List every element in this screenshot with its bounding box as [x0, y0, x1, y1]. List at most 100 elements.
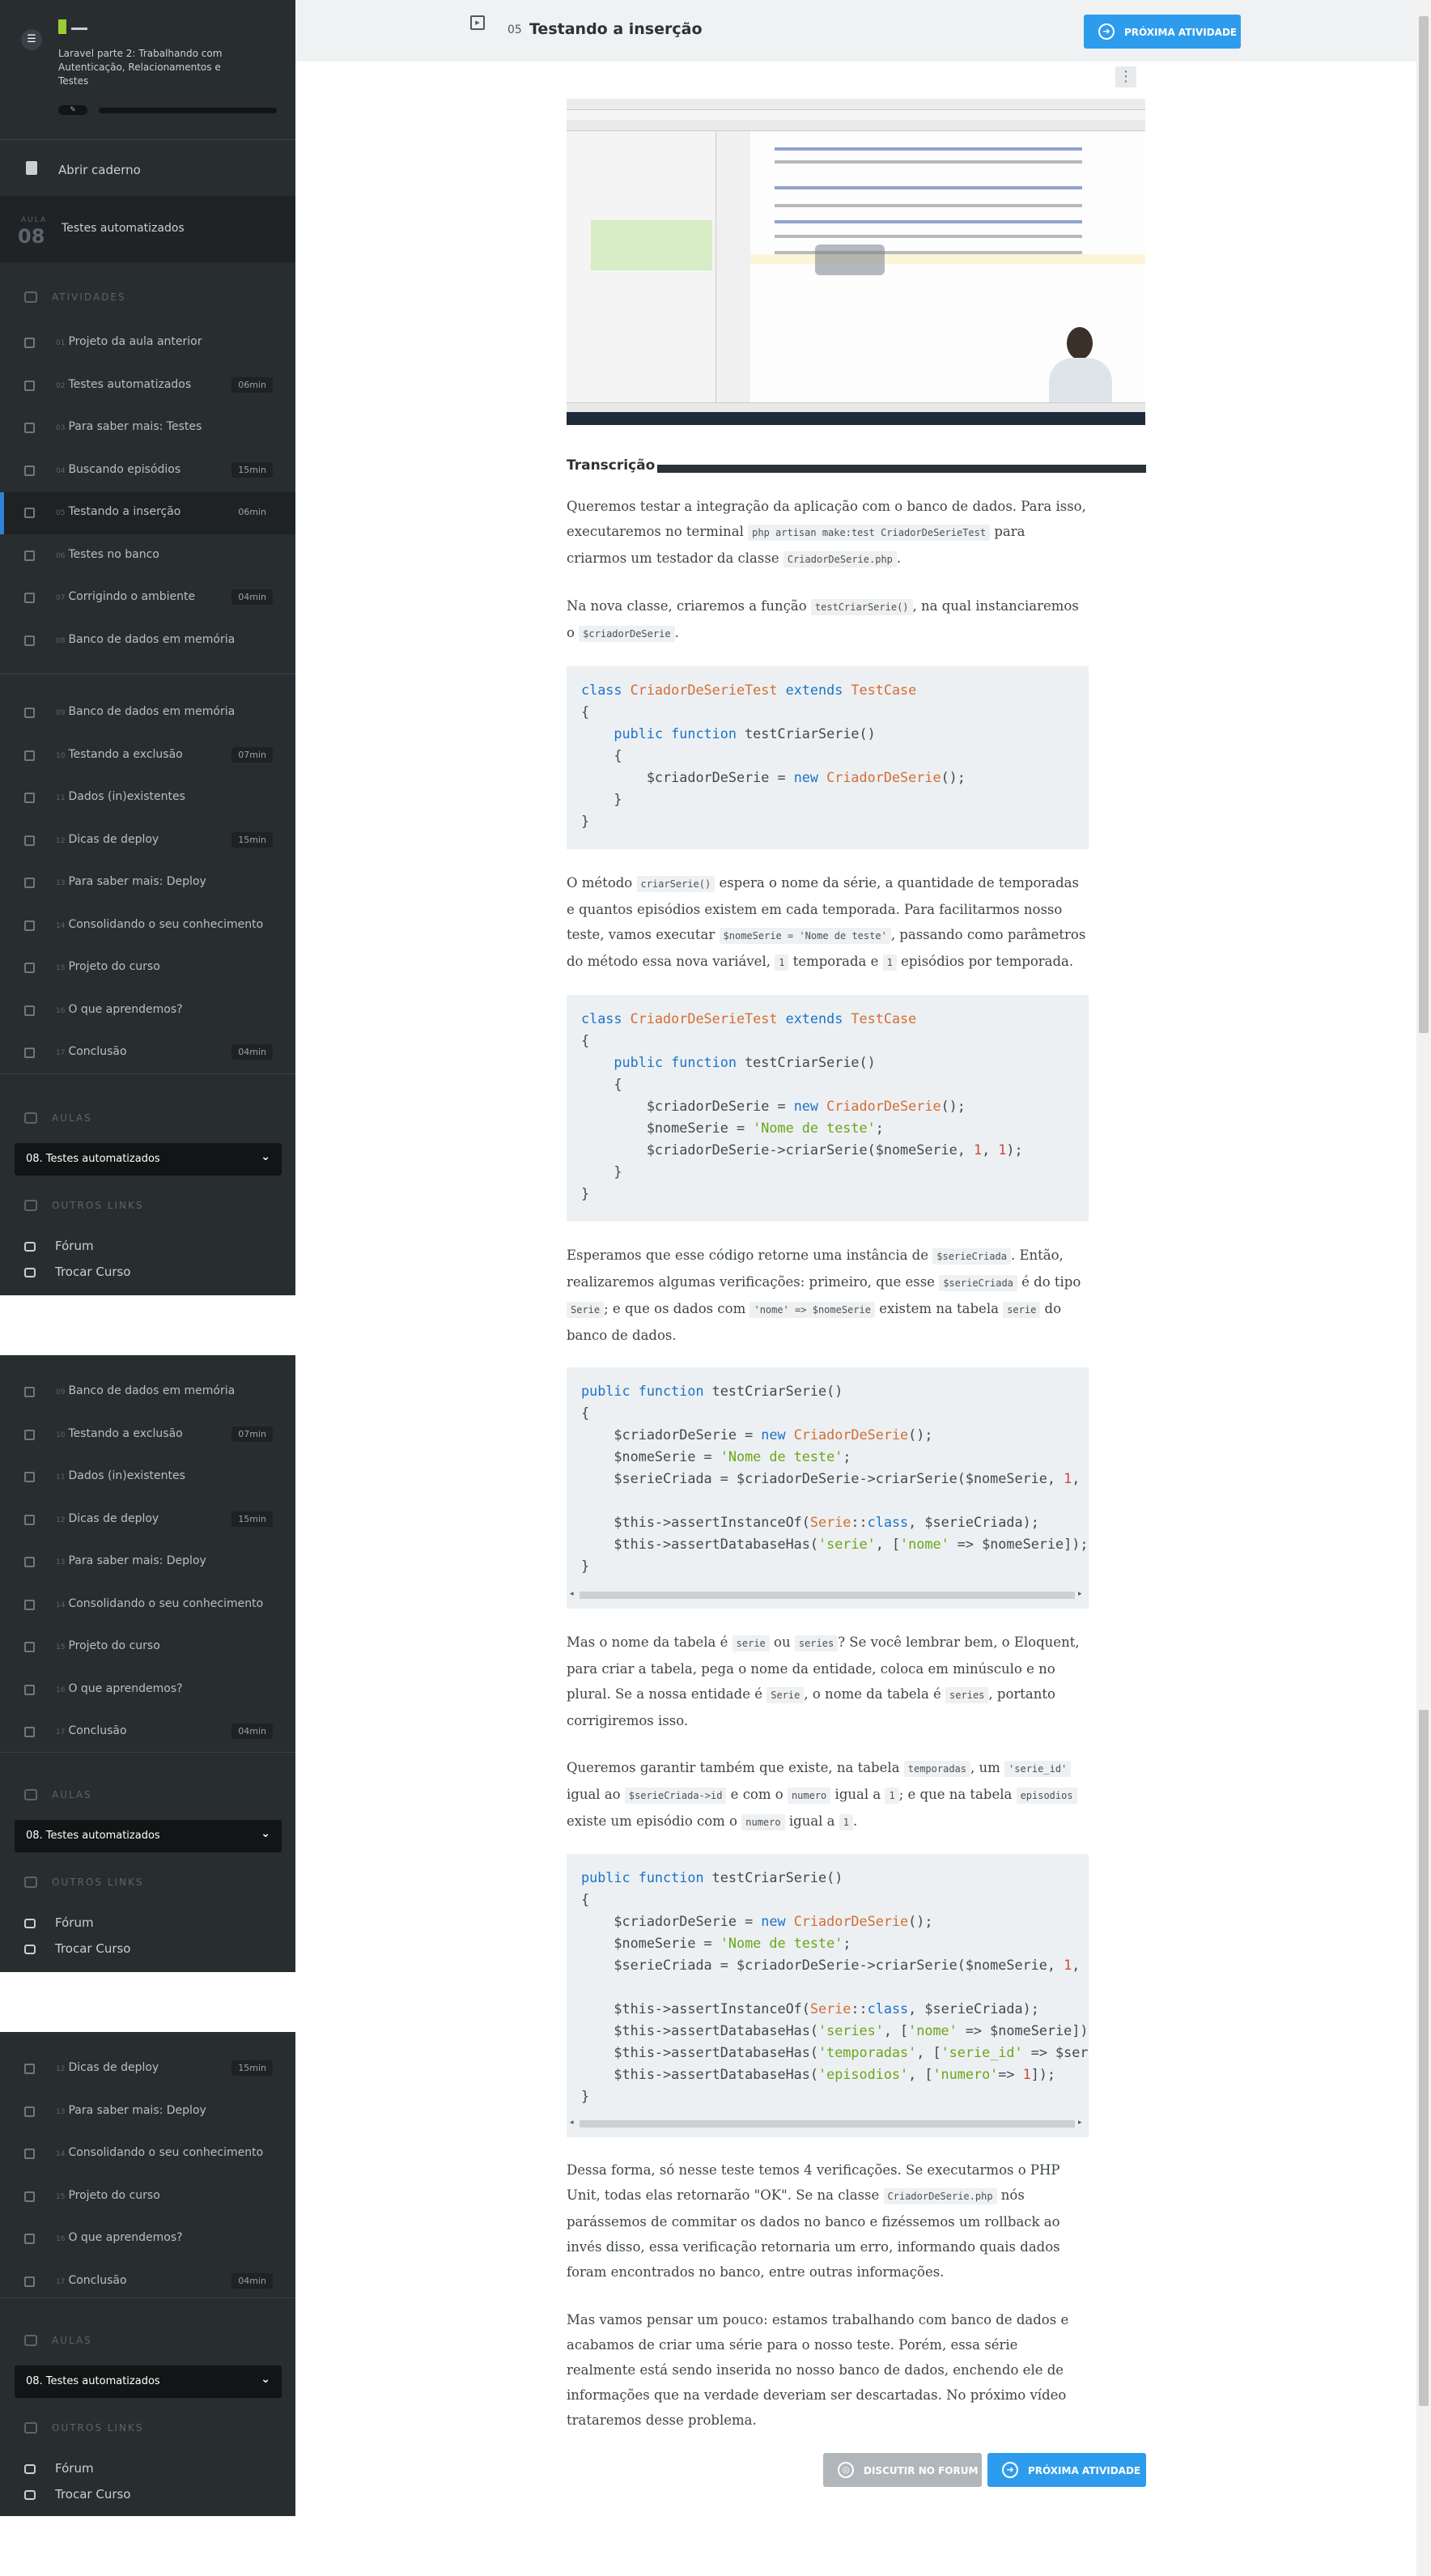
code-text: class CriadorDeSerieTest extends TestCas… [581, 1008, 1023, 1205]
activity-title: Para saber mais: Deploy [68, 875, 206, 888]
activity-number: 01 [56, 339, 66, 347]
scroll-right-icon[interactable]: ▸ [1078, 1590, 1082, 1598]
switch-course-link[interactable]: Trocar Curso [24, 1265, 131, 1279]
activity-item[interactable]: 02 Testes automatizados 06min [0, 365, 295, 407]
activity-item[interactable]: 07 Corrigindo o ambiente 04min [0, 577, 295, 619]
transcription-underline [657, 465, 1146, 473]
activity-item[interactable]: 09 Banco de dados em memória [0, 1371, 295, 1413]
next-activity-button[interactable]: ➜ PRÓXIMA ATIVIDADE [1084, 15, 1241, 49]
activity-label: 08 Banco de dados em memória [56, 633, 235, 646]
activity-item[interactable]: 09 Banco de dados em memória [0, 692, 295, 734]
code-line: $criadorDeSerie = new CriadorDeSerie(); [581, 767, 966, 789]
text-run: ; e que na tabela [898, 1787, 1017, 1802]
forum-link[interactable]: Fórum [24, 2461, 94, 2476]
text-run: igual a [784, 1813, 839, 1829]
other-links-header: OUTROS LINKS [24, 1200, 143, 1211]
notebook-link[interactable]: Abrir caderno [0, 150, 295, 190]
activity-title: Para saber mais: Deploy [68, 1554, 206, 1567]
scroll-right-icon[interactable]: ▸ [1078, 2119, 1082, 2127]
activity-label: 02 Testes automatizados [56, 378, 191, 391]
activity-item[interactable]: 13 Para saber mais: Deploy [0, 1541, 295, 1583]
activity-item[interactable]: 16 O que aprendemos? [0, 2218, 295, 2260]
activity-item[interactable]: 10 Testando a exclusão 07min [0, 1414, 295, 1456]
activity-item[interactable]: 01 Projeto da aula anterior [0, 322, 295, 364]
horizontal-scrollbar[interactable] [580, 1592, 1075, 1599]
code-token: { [581, 704, 590, 720]
activity-item[interactable]: 17 Conclusão 04min [0, 1032, 295, 1074]
text-run: , o nome da tabela é [804, 1686, 946, 1702]
video-play-overlay[interactable] [815, 244, 885, 275]
activity-item[interactable]: 14 Consolidando o seu conhecimento [0, 905, 295, 947]
scroll-left-icon[interactable]: ◂ [570, 2119, 574, 2127]
activity-item[interactable]: 13 Para saber mais: Deploy [0, 862, 295, 904]
activity-item[interactable]: 06 Testes no banco [0, 535, 295, 577]
sidebar-collapse-icon[interactable]: ▸ [470, 15, 485, 30]
more-options-icon[interactable]: ⋮ [1115, 66, 1136, 87]
code-line: } [581, 789, 966, 810]
code-token: CriadorDeSerieTest [630, 682, 786, 698]
activity-item[interactable]: 05 Testando a inserção 06min [0, 492, 295, 534]
activity-label: 01 Projeto da aula anterior [56, 335, 202, 348]
activity-icon [24, 1429, 35, 1440]
lessons-dropdown[interactable]: 08. Testes automatizados ⌄ [15, 1820, 282, 1852]
code-line: } [581, 1555, 1089, 1577]
activity-item[interactable]: 17 Conclusão 04min [0, 1711, 295, 1753]
activity-item[interactable]: 12 Dicas de deploy 15min [0, 1499, 295, 1541]
activity-item[interactable]: 11 Dados (in)existentes [0, 777, 295, 819]
activity-title: Consolidando o seu conhecimento [68, 917, 264, 931]
next-activity-button-bottom[interactable]: ➜ PRÓXIMA ATIVIDADE [987, 2453, 1146, 2487]
activity-item[interactable]: 11 Dados (in)existentes [0, 1456, 295, 1498]
lessons-dropdown[interactable]: 08. Testes automatizados ⌄ [15, 2366, 282, 2398]
horizontal-scrollbar[interactable] [580, 2120, 1075, 2128]
activity-number: 15 [56, 964, 66, 972]
ide-project-tree [567, 131, 716, 402]
forum-link[interactable]: Fórum [24, 1239, 94, 1253]
activity-item[interactable]: 13 Para saber mais: Deploy [0, 2091, 295, 2133]
scrollbar-thumb[interactable] [1419, 16, 1429, 1033]
code-block[interactable]: public function testCriarSerie() { $criad… [567, 1367, 1089, 1609]
activity-item[interactable]: 16 O que aprendemos? [0, 990, 295, 1032]
activity-item[interactable]: 12 Dicas de deploy 15min [0, 820, 295, 862]
activity-item[interactable]: 16 O que aprendemos? [0, 1669, 295, 1711]
code-token: , [ [916, 2044, 941, 2060]
discuss-forum-button[interactable]: ◎ DISCUTIR NO FORUM [823, 2453, 982, 2487]
forum-link[interactable]: Fórum [24, 1915, 94, 1930]
activity-number: 09 [56, 1388, 66, 1396]
activity-item[interactable]: 10 Testando a exclusão 07min [0, 735, 295, 777]
inline-code: 1 [882, 954, 897, 971]
progress-start-icon: ✎ [58, 105, 87, 115]
switch-course-link[interactable]: Trocar Curso [24, 2487, 131, 2502]
activity-item[interactable]: 15 Projeto do curso [0, 1626, 295, 1668]
activity-item[interactable]: 12 Dicas de deploy 15min [0, 2048, 295, 2090]
code-token: new [793, 1098, 827, 1114]
activity-duration: 15min [231, 461, 273, 478]
activity-item[interactable]: 14 Consolidando o seu conhecimento [0, 1584, 295, 1626]
activity-item[interactable]: 03 Para saber mais: Testes [0, 407, 295, 449]
activity-item[interactable]: 15 Projeto do curso [0, 2176, 295, 2218]
activity-item[interactable]: 08 Banco de dados em memória [0, 620, 295, 662]
page: ☰ Laravel parte 2: Trabalhando com Auten… [0, 0, 1431, 2576]
scrollbar-thumb[interactable] [1419, 1710, 1429, 2406]
activity-icon [24, 2106, 35, 2117]
menu-toggle-icon[interactable]: ☰ [21, 29, 42, 50]
lessons-header: AULAS [24, 1789, 92, 1800]
code-block[interactable]: public function testCriarSerie() { $criad… [567, 1854, 1089, 2137]
activity-item[interactable]: 14 Consolidando o seu conhecimento [0, 2133, 295, 2175]
presenter [1044, 327, 1117, 404]
activity-number: 10 [56, 1430, 66, 1439]
lessons-header-label: AULAS [52, 1112, 92, 1124]
activity-icon [24, 1514, 35, 1525]
activity-item[interactable]: 17 Conclusão 04min [0, 2261, 295, 2303]
switch-course-link[interactable]: Trocar Curso [24, 1941, 131, 1956]
video-player[interactable] [567, 99, 1145, 425]
activity-item[interactable]: 15 Projeto do curso [0, 947, 295, 989]
activity-title: Testando a exclusão [68, 747, 183, 761]
code-token: extends [785, 1010, 851, 1027]
code-token: CriadorDeSerie [793, 1426, 909, 1443]
scroll-left-icon[interactable]: ◂ [570, 1590, 574, 1598]
activity-icon [24, 508, 35, 518]
activity-item[interactable]: 04 Buscando episódios 15min [0, 450, 295, 492]
lessons-dropdown[interactable]: 08. Testes automatizados ⌄ [15, 1143, 282, 1175]
